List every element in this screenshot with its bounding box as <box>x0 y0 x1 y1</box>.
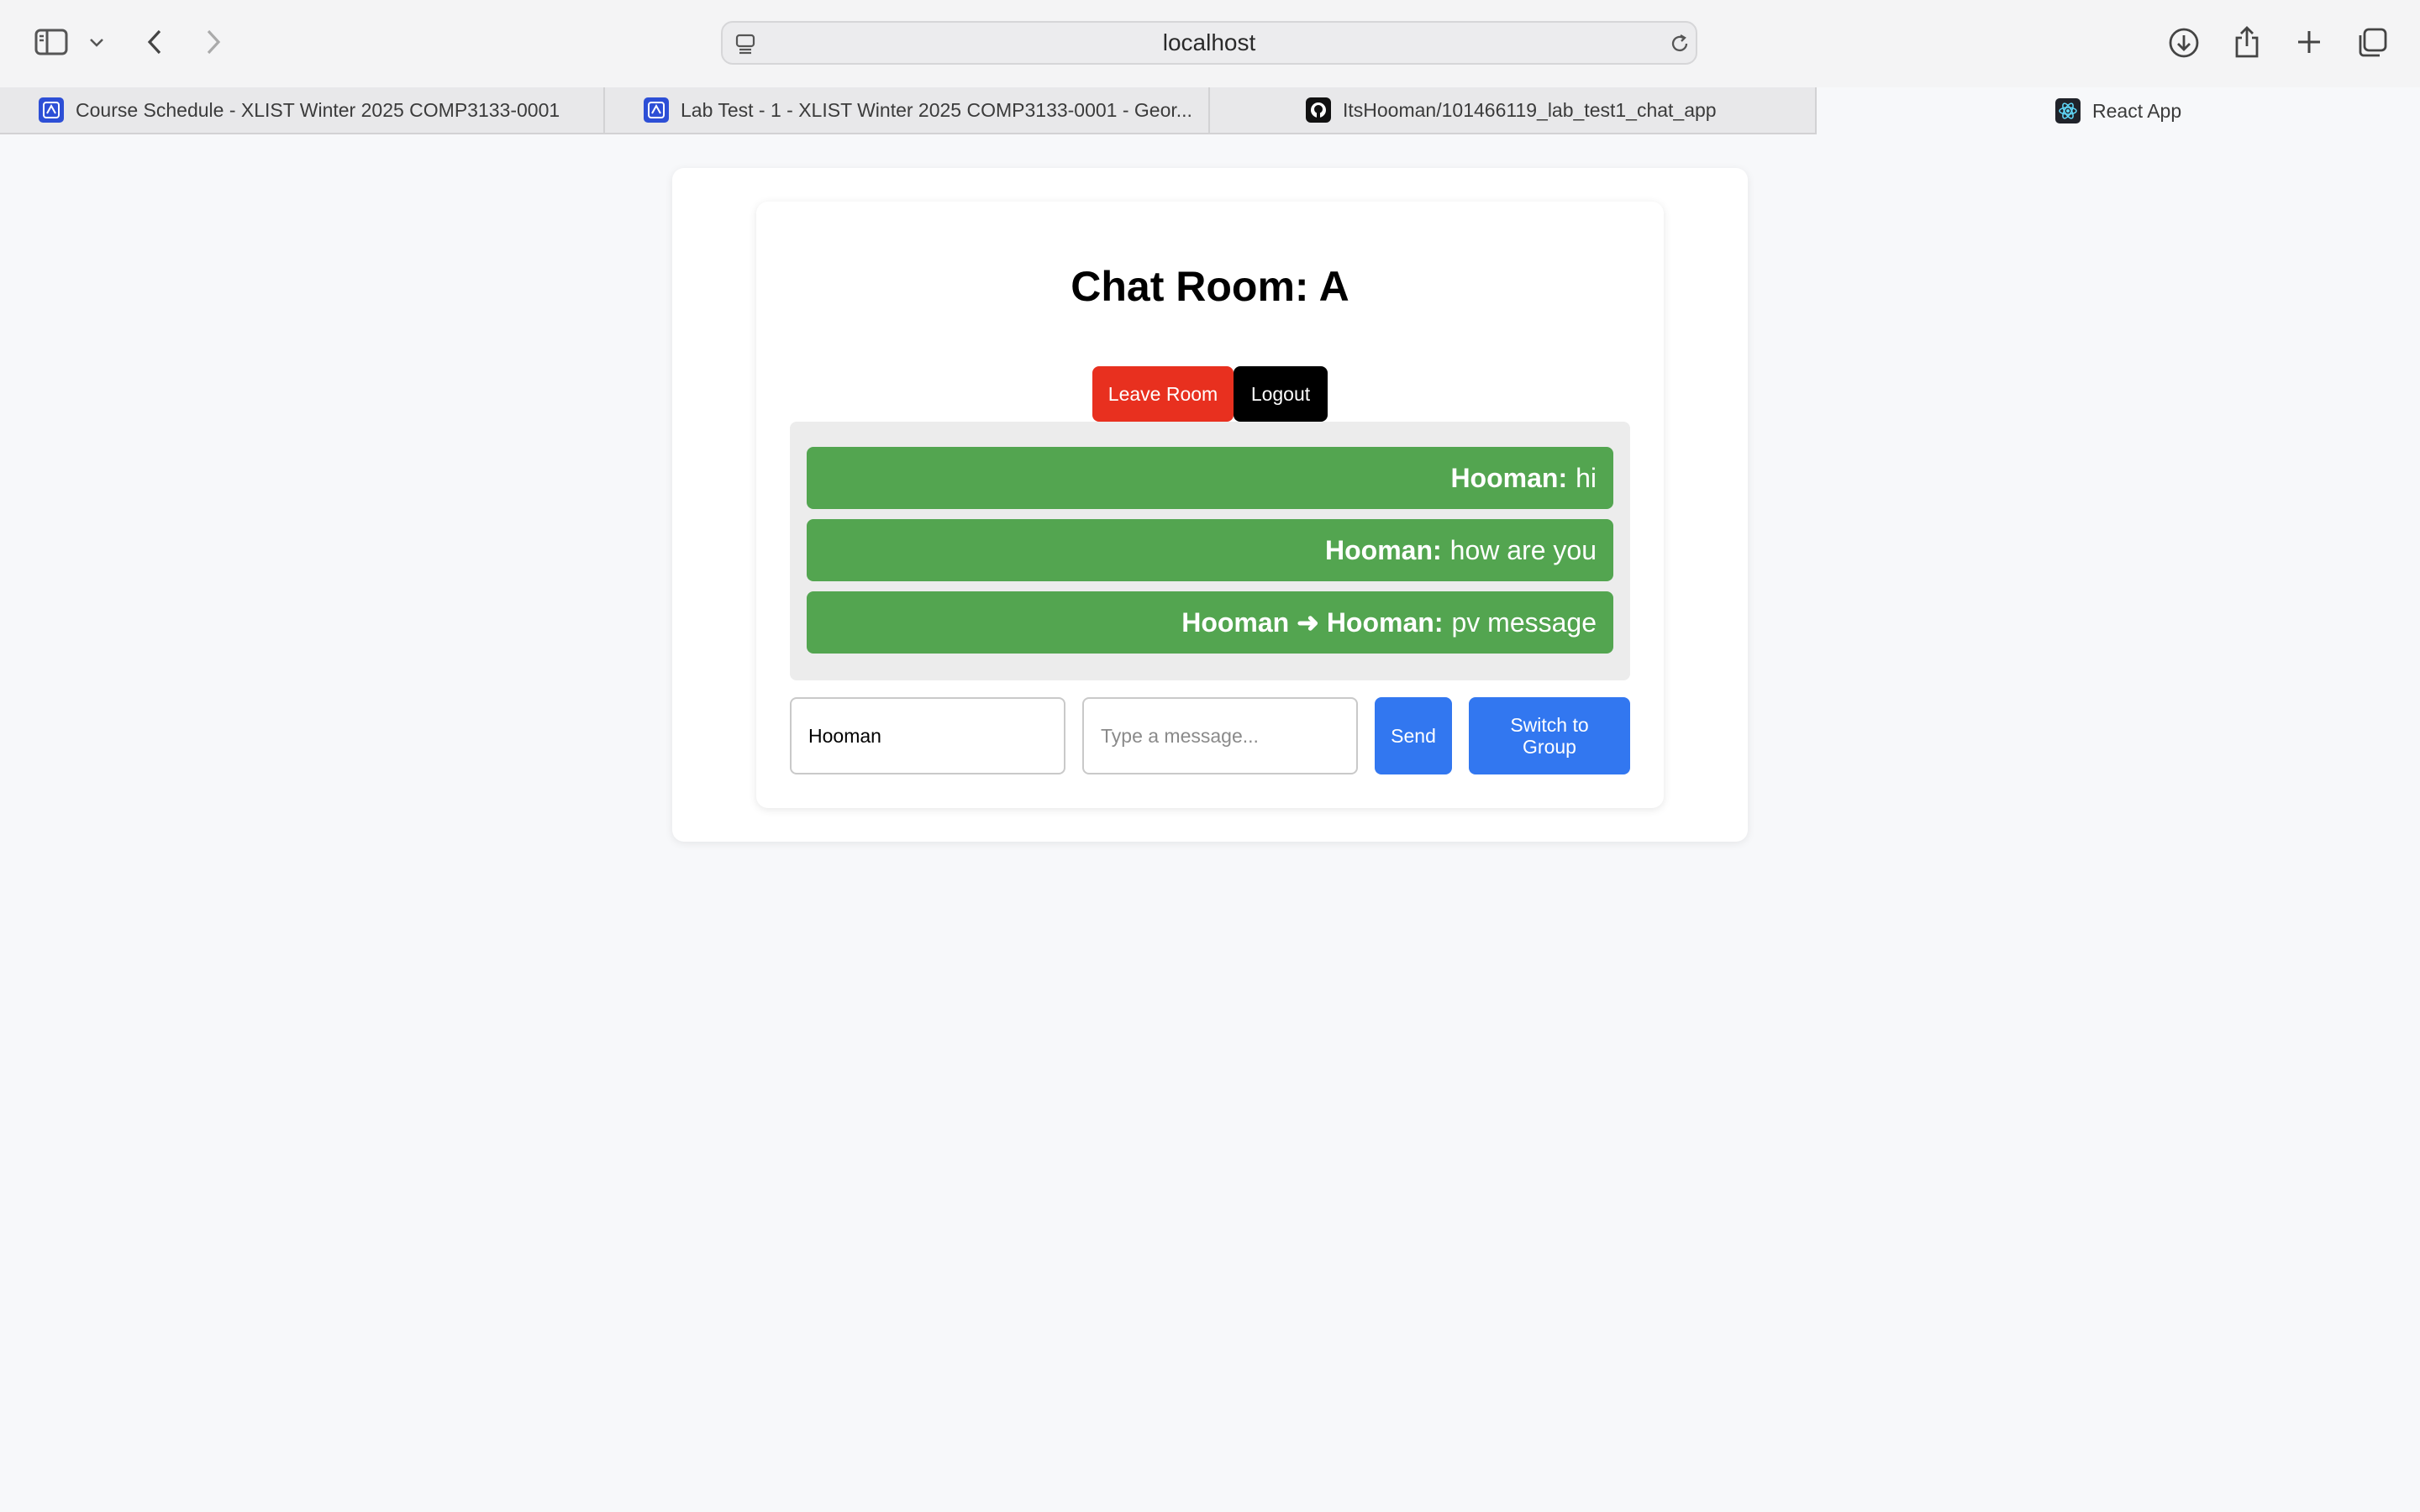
tab-lab-test[interactable]: Lab Test - 1 - XLIST Winter 2025 COMP313… <box>605 87 1210 133</box>
message-sender: Hooman ➜ Hooman: <box>1181 607 1444 638</box>
message-text: hi <box>1576 462 1597 493</box>
tab-overview-icon[interactable] <box>2354 25 2390 60</box>
react-icon <box>2055 98 2081 123</box>
tab-github-repo[interactable]: ItsHooman/101466119_lab_test1_chat_app <box>1210 87 1817 133</box>
send-button[interactable]: Send <box>1375 697 1452 774</box>
back-icon[interactable] <box>139 25 170 59</box>
logout-button[interactable]: Logout <box>1234 366 1328 422</box>
chat-room-title: Chat Room: A <box>1071 263 1349 310</box>
address-text: localhost <box>1162 29 1256 55</box>
forward-icon[interactable] <box>198 25 229 59</box>
message-item: Hooman: hi <box>807 447 1613 509</box>
browser-toolbar: localhost <box>0 0 2420 87</box>
message-text: how are you <box>1449 534 1597 565</box>
share-icon[interactable] <box>2230 24 2264 60</box>
tab-label: Lab Test - 1 - XLIST Winter 2025 COMP313… <box>681 98 1192 121</box>
leave-room-button[interactable]: Leave Room <box>1092 366 1234 422</box>
message-sender: Hooman: <box>1325 534 1442 565</box>
sidebar-toggle-icon[interactable] <box>32 25 71 59</box>
message-sender: Hooman: <box>1450 462 1568 493</box>
message-input[interactable] <box>1082 697 1358 774</box>
chevron-down-icon[interactable] <box>86 32 108 54</box>
reload-icon[interactable] <box>1667 31 1692 56</box>
tab-label: ItsHooman/101466119_lab_test1_chat_app <box>1343 98 1717 121</box>
message-text: pv message <box>1451 606 1597 638</box>
github-icon <box>1306 97 1331 123</box>
college-logo-icon <box>644 97 669 123</box>
switch-to-group-button[interactable]: Switch to Group <box>1469 697 1630 774</box>
recipient-input[interactable] <box>790 697 1065 774</box>
tab-label: React App <box>2092 99 2182 122</box>
tab-bar: Course Schedule - XLIST Winter 2025 COMP… <box>0 87 2420 134</box>
tab-course-schedule[interactable]: Course Schedule - XLIST Winter 2025 COMP… <box>0 87 605 133</box>
message-item: Hooman: how are you <box>807 519 1613 581</box>
tab-label: Course Schedule - XLIST Winter 2025 COMP… <box>76 98 560 121</box>
tab-react-app[interactable]: React App <box>1817 87 2420 134</box>
college-logo-icon <box>39 97 64 123</box>
address-bar[interactable]: localhost <box>721 21 1697 65</box>
new-tab-icon[interactable] <box>2292 25 2326 59</box>
downloads-icon[interactable] <box>2166 25 2202 60</box>
message-item: Hooman ➜ Hooman: pv message <box>807 591 1613 654</box>
